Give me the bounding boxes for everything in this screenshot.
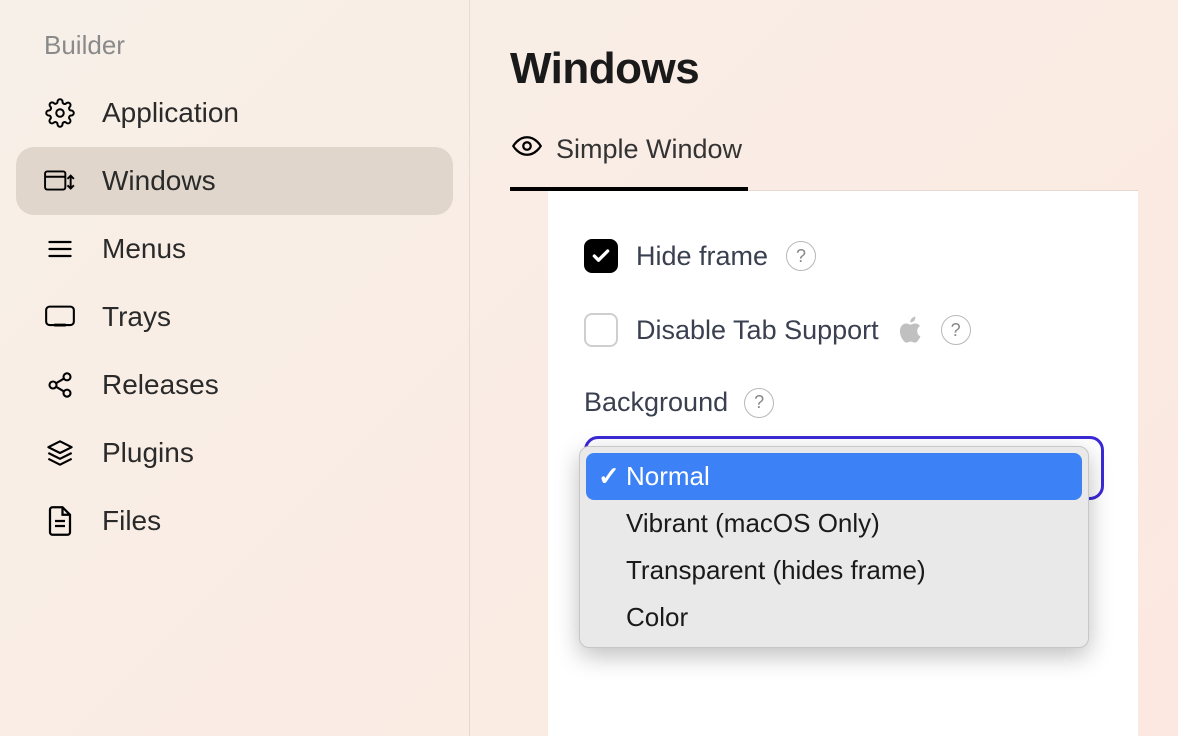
background-dropdown: Normal Vibrant (macOS Only) Transparent … [579, 446, 1089, 648]
sidebar-item-plugins[interactable]: Plugins [16, 419, 453, 487]
sidebar-item-menus[interactable]: Menus [16, 215, 453, 283]
settings-panel: Hide frame ? Disable Tab Support ? Backg… [548, 191, 1138, 736]
eye-icon [512, 134, 542, 165]
help-icon[interactable]: ? [786, 241, 816, 271]
share-icon [44, 369, 76, 401]
gear-icon [44, 97, 76, 129]
disable-tab-checkbox[interactable] [584, 313, 618, 347]
dropdown-option-normal[interactable]: Normal [586, 453, 1082, 500]
field-disable-tab: Disable Tab Support ? [584, 313, 1102, 347]
dropdown-option-transparent[interactable]: Transparent (hides frame) [586, 547, 1082, 594]
sidebar-item-trays[interactable]: Trays [16, 283, 453, 351]
tab-simple-window[interactable]: Simple Window [510, 122, 748, 191]
menu-icon [44, 233, 76, 265]
layers-icon [44, 437, 76, 469]
hide-frame-label: Hide frame [636, 241, 768, 272]
dropdown-option-color[interactable]: Color [586, 594, 1082, 641]
tab-label: Simple Window [556, 134, 742, 165]
field-hide-frame: Hide frame ? [584, 239, 1102, 273]
sidebar-item-label: Plugins [102, 437, 194, 469]
sidebar-item-label: Application [102, 97, 239, 129]
help-icon[interactable]: ? [941, 315, 971, 345]
sidebar-item-label: Windows [102, 165, 216, 197]
dropdown-option-vibrant[interactable]: Vibrant (macOS Only) [586, 500, 1082, 547]
main-content: Windows Simple Window Hide frame ? Disab… [470, 0, 1178, 736]
window-move-icon [44, 165, 76, 197]
main-header: Windows Simple Window [470, 0, 1178, 191]
tray-icon [44, 301, 76, 333]
sidebar: Builder Application Windows Menus Trays … [0, 0, 470, 736]
sidebar-item-releases[interactable]: Releases [16, 351, 453, 419]
sidebar-item-files[interactable]: Files [16, 487, 453, 555]
page-title: Windows [510, 44, 1138, 94]
hide-frame-checkbox[interactable] [584, 239, 618, 273]
content-area: Hide frame ? Disable Tab Support ? Backg… [470, 191, 1178, 736]
help-icon[interactable]: ? [744, 388, 774, 418]
sidebar-item-application[interactable]: Application [16, 79, 453, 147]
background-label-row: Background ? [584, 387, 1102, 418]
sidebar-item-label: Menus [102, 233, 186, 265]
tabs: Simple Window [510, 122, 1138, 191]
sidebar-item-label: Files [102, 505, 161, 537]
sidebar-item-label: Releases [102, 369, 219, 401]
sidebar-section-label: Builder [16, 30, 453, 79]
sidebar-item-windows[interactable]: Windows [16, 147, 453, 215]
disable-tab-label: Disable Tab Support [636, 315, 879, 346]
file-icon [44, 505, 76, 537]
background-label: Background [584, 387, 728, 418]
apple-icon [897, 315, 923, 345]
sidebar-item-label: Trays [102, 301, 171, 333]
background-select-wrap: Normal Vibrant (macOS Only) Transparent … [584, 436, 1102, 500]
